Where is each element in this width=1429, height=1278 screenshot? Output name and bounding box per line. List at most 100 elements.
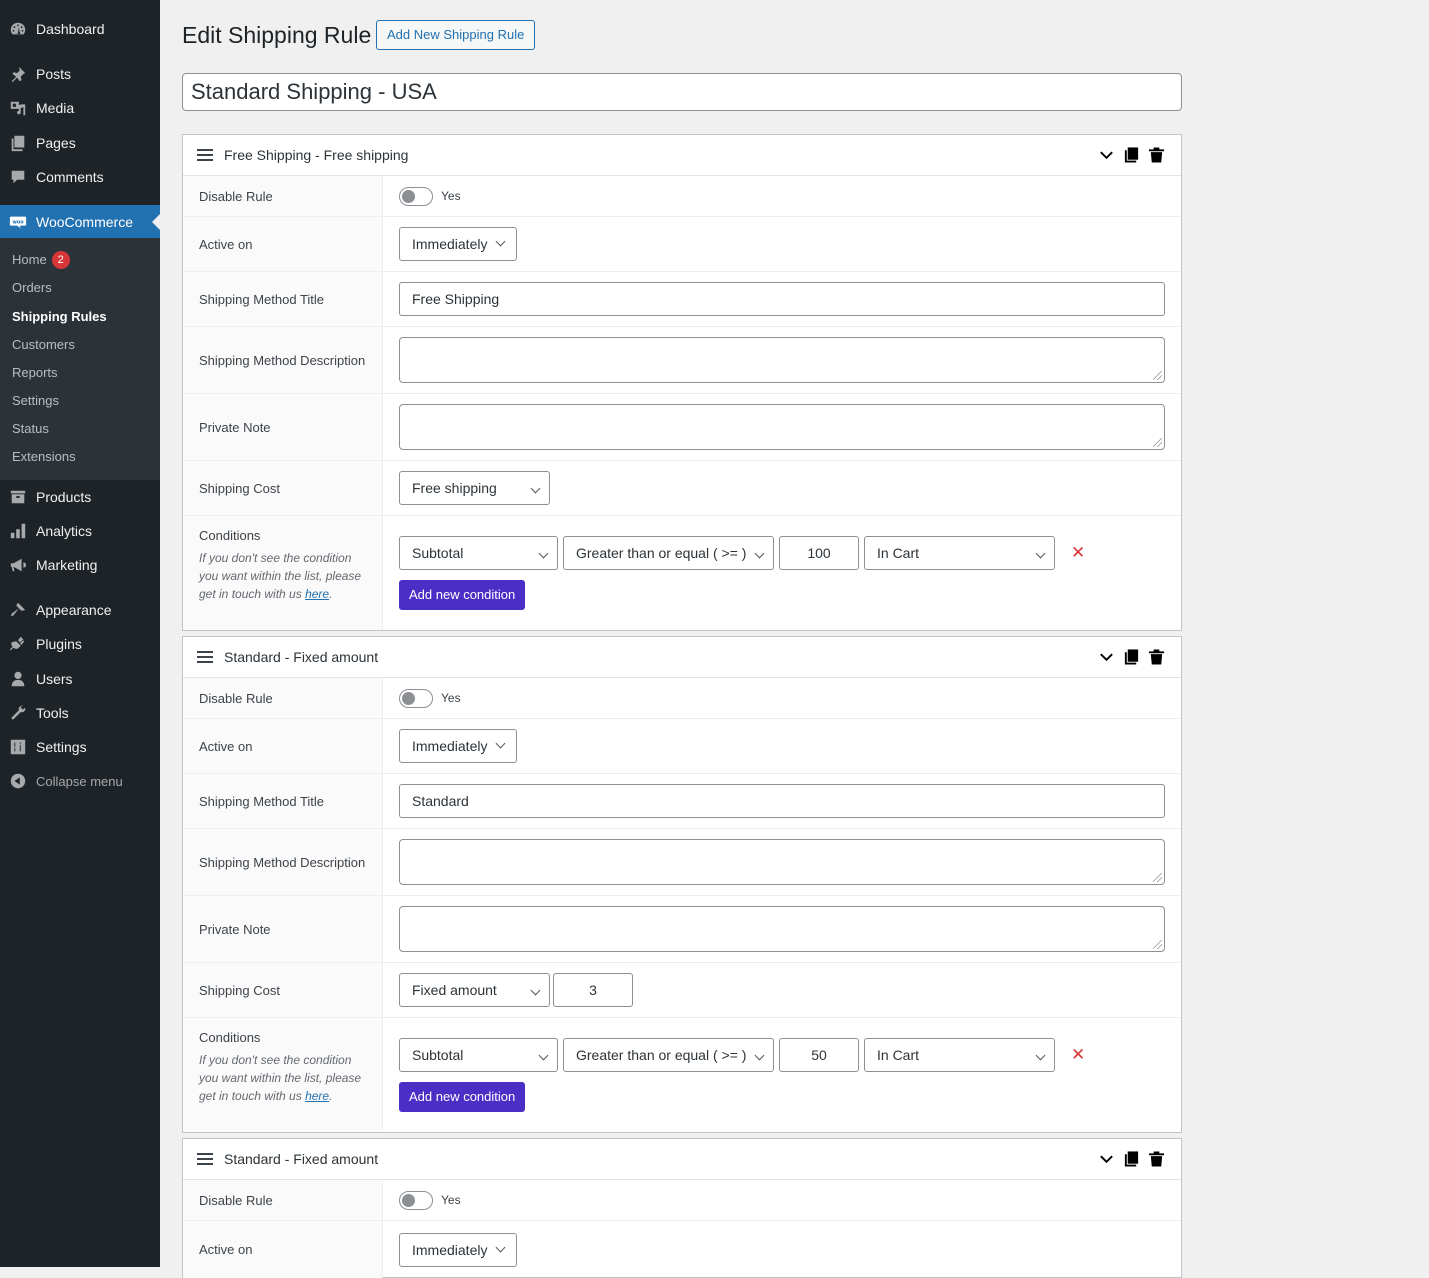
resize-handle-icon[interactable]: [1153, 371, 1162, 380]
active-on-label: Active on: [183, 1221, 383, 1278]
trash-icon[interactable]: [1148, 146, 1165, 164]
duplicate-icon[interactable]: [1123, 1150, 1140, 1168]
sidebar-item-settings[interactable]: Settings: [0, 730, 160, 764]
method-title-label: Shipping Method Title: [183, 272, 383, 326]
select-value: Subtotal: [412, 1047, 464, 1063]
submenu-item-shipping-rules[interactable]: Shipping Rules: [12, 308, 107, 326]
condition-field-select[interactable]: Subtotal: [399, 536, 558, 570]
rule-name-input[interactable]: Standard Shipping - USA: [182, 73, 1182, 111]
active-on-select[interactable]: Immediately: [399, 1232, 518, 1267]
sidebar-item-label: Products: [36, 489, 92, 505]
sidebar-item-users[interactable]: Users: [0, 662, 160, 696]
condition-operator-select[interactable]: Greater than or equal ( >= ): [563, 1038, 774, 1072]
add-condition-button[interactable]: Add new condition: [399, 580, 526, 610]
condition-field-select[interactable]: Subtotal: [399, 1038, 558, 1072]
method-title-input[interactable]: Standard: [399, 784, 1165, 818]
sidebar-item-dashboard[interactable]: Dashboard: [0, 12, 160, 46]
condition-row: Subtotal Greater than or equal ( >= ) 10…: [399, 536, 1085, 570]
active-on-label: Active on: [183, 217, 383, 271]
sidebar-item-label: Marketing: [36, 557, 98, 573]
sidebar-item-marketing[interactable]: Marketing: [0, 548, 160, 582]
submenu-item-settings[interactable]: Settings: [12, 392, 59, 410]
sidebar-item-analytics[interactable]: Analytics: [0, 514, 160, 548]
disable-rule-label: Disable Rule: [183, 176, 383, 216]
chevron-down-icon[interactable]: [1098, 1150, 1115, 1168]
paintbrush-icon: [0, 601, 36, 619]
trash-icon[interactable]: [1148, 1150, 1165, 1168]
drag-handle-icon[interactable]: [197, 149, 213, 161]
private-note-label: Private Note: [183, 896, 383, 962]
pin-icon: [0, 65, 36, 83]
chevron-down-icon[interactable]: [1098, 648, 1115, 666]
panel-header: Free Shipping - Free shipping: [183, 135, 1181, 176]
plug-icon: [0, 635, 36, 653]
chevron-down-icon: [754, 548, 765, 559]
sidebar-item-comments[interactable]: Comments: [0, 160, 160, 194]
add-new-shipping-rule-button[interactable]: Add New Shipping Rule: [376, 20, 536, 50]
resize-handle-icon[interactable]: [1153, 873, 1162, 882]
shipping-cost-select[interactable]: Free shipping: [399, 471, 550, 505]
trash-icon[interactable]: [1148, 648, 1165, 666]
resize-handle-icon[interactable]: [1153, 438, 1162, 447]
submenu-item-orders[interactable]: Orders: [12, 279, 52, 297]
submenu-item-customers[interactable]: Customers: [12, 336, 75, 354]
contact-link[interactable]: here: [305, 1089, 329, 1103]
method-description-textarea[interactable]: [399, 839, 1165, 885]
pages-icon: [0, 134, 36, 152]
condition-scope-select[interactable]: In Cart: [864, 536, 1055, 570]
chevron-down-icon: [1035, 1050, 1046, 1061]
sidebar-item-label: Collapse menu: [36, 773, 123, 789]
active-on-select[interactable]: Immediately: [399, 729, 518, 763]
condition-row: Subtotal Greater than or equal ( >= ) 50…: [399, 1038, 1085, 1072]
private-note-textarea[interactable]: [399, 906, 1165, 952]
drag-handle-icon[interactable]: [197, 1153, 213, 1165]
sidebar-item-pages[interactable]: Pages: [0, 126, 160, 160]
duplicate-icon[interactable]: [1123, 146, 1140, 164]
condition-operator-select[interactable]: Greater than or equal ( >= ): [563, 536, 774, 570]
sidebar-item-posts[interactable]: Posts: [0, 57, 160, 91]
add-condition-button[interactable]: Add new condition: [399, 1082, 526, 1112]
sidebar-item-products[interactable]: Products: [0, 480, 160, 514]
sidebar-item-plugins[interactable]: Plugins: [0, 627, 160, 661]
condition-value-input[interactable]: 100: [779, 536, 859, 570]
woo-icon: woo: [0, 213, 36, 231]
method-description-textarea[interactable]: [399, 337, 1165, 383]
method-title-input[interactable]: Free Shipping: [399, 282, 1165, 316]
submenu-item-home[interactable]: Home 2: [12, 251, 70, 269]
disable-rule-toggle[interactable]: [399, 1190, 433, 1210]
duplicate-icon[interactable]: [1123, 648, 1140, 666]
panel-title: Standard - Fixed amount: [224, 649, 379, 665]
condition-scope-select[interactable]: In Cart: [864, 1038, 1055, 1072]
toggle-label: Yes: [441, 1193, 461, 1207]
sliders-icon: [0, 738, 36, 756]
chevron-down-icon: [754, 1050, 765, 1061]
private-note-textarea[interactable]: [399, 404, 1165, 450]
active-on-select[interactable]: Immediately: [399, 227, 518, 261]
sidebar-item-media[interactable]: Media: [0, 91, 160, 125]
drag-handle-icon[interactable]: [197, 651, 213, 663]
private-note-label: Private Note: [183, 394, 383, 460]
submenu-item-status[interactable]: Status: [12, 420, 49, 438]
submenu-item-reports[interactable]: Reports: [12, 364, 58, 382]
remove-condition-icon[interactable]: ✕: [1071, 543, 1085, 563]
shipping-cost-select[interactable]: Fixed amount: [399, 973, 550, 1007]
collapse-menu-button[interactable]: Collapse menu: [0, 764, 160, 798]
disable-rule-toggle[interactable]: [399, 186, 433, 206]
submenu-item-extensions[interactable]: Extensions: [12, 448, 76, 466]
media-icon: [0, 99, 36, 117]
chevron-down-icon[interactable]: [1098, 146, 1115, 164]
sidebar-item-appearance[interactable]: Appearance: [0, 593, 160, 627]
contact-link[interactable]: here: [305, 587, 329, 601]
shipping-cost-amount-input[interactable]: 3: [553, 973, 633, 1007]
chevron-down-icon: [1035, 548, 1046, 559]
sidebar-item-label: Pages: [36, 135, 76, 151]
chevron-down-icon: [538, 1050, 549, 1061]
disable-rule-toggle[interactable]: [399, 688, 433, 708]
condition-value-input[interactable]: 50: [779, 1038, 859, 1072]
resize-handle-icon[interactable]: [1153, 940, 1162, 949]
collapse-icon: [0, 772, 36, 790]
sidebar-item-woocommerce[interactable]: woo WooCommerce: [0, 205, 160, 239]
remove-condition-icon[interactable]: ✕: [1071, 1045, 1085, 1065]
toggle-label: Yes: [441, 691, 461, 705]
sidebar-item-tools[interactable]: Tools: [0, 696, 160, 730]
